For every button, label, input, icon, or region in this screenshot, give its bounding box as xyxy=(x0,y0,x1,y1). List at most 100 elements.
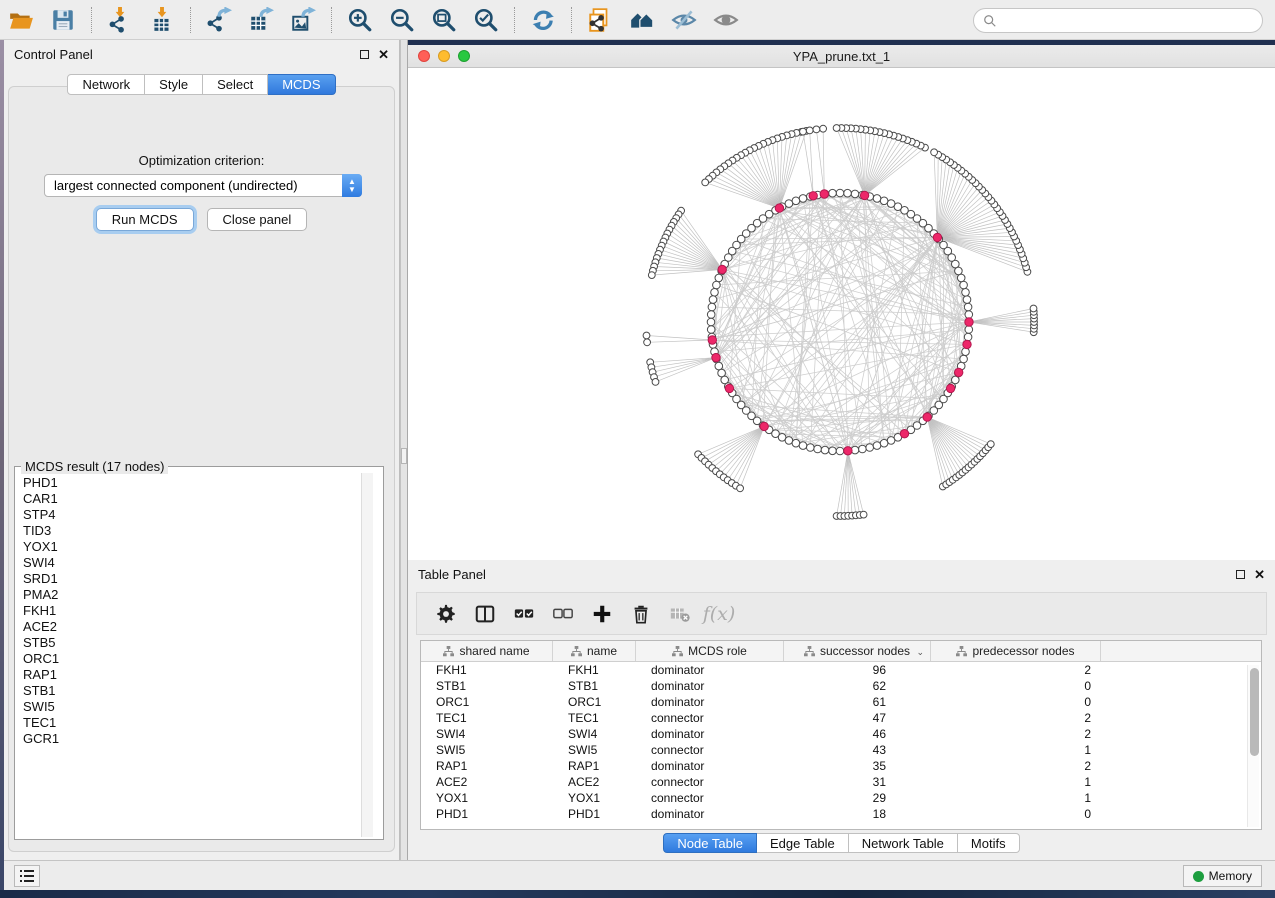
cell-successor-nodes: 96 xyxy=(784,662,931,678)
cell-shared-name: PHD1 xyxy=(421,806,553,822)
toolbar-separator xyxy=(571,7,572,33)
tab-select[interactable]: Select xyxy=(203,74,268,95)
cell-predecessor-nodes: 2 xyxy=(931,662,1101,678)
cell-successor-nodes: 46 xyxy=(784,726,931,742)
search-box[interactable] xyxy=(973,8,1263,33)
table-row[interactable]: FKH1FKH1dominator962 xyxy=(421,662,1261,678)
column-header-successor-nodes[interactable]: successor nodes⌄ xyxy=(784,641,931,661)
mcds-result-item[interactable]: TEC1 xyxy=(16,715,362,731)
deselect-all-icon[interactable] xyxy=(550,601,576,627)
cell-MCDS-role: connector xyxy=(636,790,784,806)
gear-icon[interactable] xyxy=(433,601,459,627)
hierarchy-icon xyxy=(672,646,683,657)
table-row[interactable]: SWI4SWI4dominator462 xyxy=(421,726,1261,742)
network-canvas[interactable] xyxy=(408,68,1275,560)
network-from-file-icon[interactable] xyxy=(585,5,615,35)
mcds-result-item[interactable]: PHD1 xyxy=(16,475,362,491)
tab-network-table[interactable]: Network Table xyxy=(849,833,958,853)
mcds-result-item[interactable]: ORC1 xyxy=(16,651,362,667)
mcds-result-item[interactable]: PMA2 xyxy=(16,587,362,603)
table-row[interactable]: TEC1TEC1connector472 xyxy=(421,710,1261,726)
main-toolbar xyxy=(0,0,1275,40)
float-panel-icon[interactable] xyxy=(360,50,369,59)
cell-successor-nodes: 35 xyxy=(784,758,931,774)
column-header-MCDS-role[interactable]: MCDS role xyxy=(636,641,784,661)
mcds-result-item[interactable]: ACE2 xyxy=(16,619,362,635)
cell-predecessor-nodes: 2 xyxy=(931,758,1101,774)
tab-mcds[interactable]: MCDS xyxy=(268,74,335,95)
zoom-fit-icon[interactable] xyxy=(429,5,459,35)
mcds-list-scrollbar[interactable] xyxy=(361,473,373,837)
zoom-in-icon[interactable] xyxy=(345,5,375,35)
tab-node-table[interactable]: Node Table xyxy=(663,833,757,853)
zoom-selected-icon[interactable] xyxy=(471,5,501,35)
network-window-title: YPA_prune.txt_1 xyxy=(408,49,1275,64)
mcds-result-item[interactable]: STB5 xyxy=(16,635,362,651)
cell-name: ORC1 xyxy=(553,694,636,710)
tab-edge-table[interactable]: Edge Table xyxy=(757,833,849,853)
export-table-icon[interactable] xyxy=(246,5,276,35)
mcds-result-item[interactable]: FKH1 xyxy=(16,603,362,619)
table-row[interactable]: RAP1RAP1dominator352 xyxy=(421,758,1261,774)
mcds-result-item[interactable]: YOX1 xyxy=(16,539,362,555)
cell-predecessor-nodes: 0 xyxy=(931,694,1101,710)
mcds-result-list[interactable]: PHD1CAR1STP4TID3YOX1SWI4SRD1PMA2FKH1ACE2… xyxy=(16,475,362,835)
search-icon xyxy=(983,14,997,28)
column-header-shared-name[interactable]: shared name xyxy=(421,641,553,661)
memory-label: Memory xyxy=(1209,869,1252,883)
column-header-name[interactable]: name xyxy=(553,641,636,661)
zoom-out-icon[interactable] xyxy=(387,5,417,35)
splitter-handle[interactable] xyxy=(401,448,407,464)
import-table-icon[interactable] xyxy=(147,5,177,35)
mcds-result-item[interactable]: SWI4 xyxy=(16,555,362,571)
close-panel-icon[interactable]: ✕ xyxy=(378,50,389,59)
tab-style[interactable]: Style xyxy=(145,74,203,95)
table-scrollbar[interactable] xyxy=(1247,665,1259,827)
add-icon[interactable] xyxy=(589,601,615,627)
mcds-result-item[interactable]: TID3 xyxy=(16,523,362,539)
table-row[interactable]: ORC1ORC1dominator610 xyxy=(421,694,1261,710)
table-row[interactable]: SWI5SWI5connector431 xyxy=(421,742,1261,758)
vertical-splitter[interactable] xyxy=(400,40,408,860)
hide-graphics-details-icon[interactable] xyxy=(669,5,699,35)
tab-network[interactable]: Network xyxy=(67,74,145,95)
import-network-icon[interactable] xyxy=(105,5,135,35)
mcds-result-item[interactable]: GCR1 xyxy=(16,731,362,747)
search-input[interactable] xyxy=(997,14,1262,28)
mcds-result-item[interactable]: STB1 xyxy=(16,683,362,699)
close-panel-button[interactable]: Close panel xyxy=(207,208,308,231)
memory-button[interactable]: Memory xyxy=(1183,865,1262,887)
homes-icon[interactable] xyxy=(627,5,657,35)
criterion-dropdown[interactable]: largest connected component (undirected)… xyxy=(44,174,362,197)
save-session-icon[interactable] xyxy=(48,5,78,35)
cell-MCDS-role: dominator xyxy=(636,678,784,694)
select-all-icon[interactable] xyxy=(511,601,537,627)
task-history-button[interactable] xyxy=(14,865,40,887)
trash-icon[interactable] xyxy=(628,601,654,627)
open-session-icon[interactable] xyxy=(6,5,36,35)
export-network-icon[interactable] xyxy=(204,5,234,35)
table-row[interactable]: YOX1YOX1connector291 xyxy=(421,790,1261,806)
show-graphics-details-icon[interactable] xyxy=(711,5,741,35)
control-panel-title: Control Panel xyxy=(14,47,93,62)
column-label: successor nodes xyxy=(820,644,910,658)
cell-successor-nodes: 18 xyxy=(784,806,931,822)
table-row[interactable]: ACE2ACE2connector311 xyxy=(421,774,1261,790)
mcds-result-item[interactable]: SWI5 xyxy=(16,699,362,715)
mcds-result-item[interactable]: RAP1 xyxy=(16,667,362,683)
table-row[interactable]: PHD1PHD1dominator180 xyxy=(421,806,1261,822)
run-mcds-button[interactable]: Run MCDS xyxy=(96,208,194,231)
float-table-panel-icon[interactable] xyxy=(1236,570,1245,579)
mcds-result-item[interactable]: SRD1 xyxy=(16,571,362,587)
mcds-result-item[interactable]: STP4 xyxy=(16,507,362,523)
close-table-panel-icon[interactable]: ✕ xyxy=(1254,570,1265,579)
export-image-icon[interactable] xyxy=(288,5,318,35)
column-header-predecessor-nodes[interactable]: predecessor nodes xyxy=(931,641,1101,661)
cell-name: PHD1 xyxy=(553,806,636,822)
refresh-view-icon[interactable] xyxy=(528,5,558,35)
table-row[interactable]: STB1STB1dominator620 xyxy=(421,678,1261,694)
column-selector-icon[interactable] xyxy=(472,601,498,627)
tab-motifs[interactable]: Motifs xyxy=(958,833,1020,853)
mcds-result-item[interactable]: CAR1 xyxy=(16,491,362,507)
table-scrollbar-thumb[interactable] xyxy=(1250,668,1259,756)
